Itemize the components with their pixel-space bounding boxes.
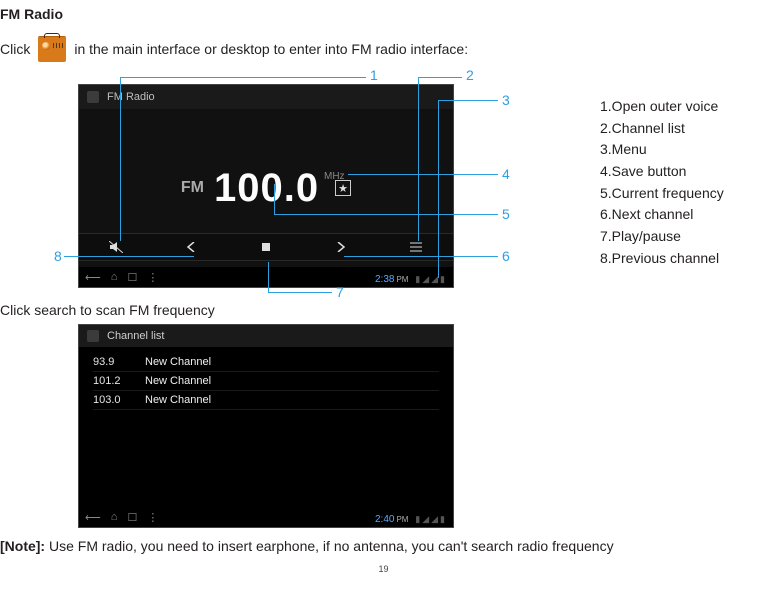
channel-list-screenshot: Channel list 93.9 New Channel 101.2 New … — [78, 324, 454, 528]
callout-line — [348, 174, 498, 175]
callout-number-4: 4 — [502, 166, 510, 182]
callout-line — [120, 77, 366, 78]
callout-line — [344, 256, 498, 257]
callout-number-3: 3 — [502, 92, 510, 108]
nav-icons: ⟵ ⌂ ☐ ⋮ — [85, 511, 158, 524]
fm-radio-screenshot-annotated: FM Radio FM 100.0 MHz ★ ⟵ ⌂ ☐ ⋮ — [78, 68, 550, 298]
back-icon: ⟵ — [85, 511, 101, 524]
channel-freq: 93.9 — [93, 356, 127, 368]
menu-icon: ⋮ — [147, 271, 158, 284]
channel-list-item[interactable]: 103.0 New Channel — [93, 391, 439, 410]
legend-item: 2.Channel list — [600, 118, 724, 140]
callout-number-7: 7 — [336, 284, 344, 300]
legend-item: 5.Current frequency — [600, 183, 724, 205]
legend-item: 7.Play/pause — [600, 226, 724, 248]
speaker-toggle-button[interactable] — [93, 236, 139, 258]
note-label: [Note]: — [0, 538, 45, 554]
channel-list-titlebar: Channel list — [79, 325, 453, 347]
callout-number-2: 2 — [466, 67, 474, 83]
app-icon — [87, 91, 99, 103]
status-time: 2:38PM — [375, 274, 411, 285]
channel-freq: 101.2 — [93, 375, 127, 387]
callout-number-6: 6 — [502, 248, 510, 264]
legend-item: 1.Open outer voice — [600, 96, 724, 118]
legend-item: 3.Menu — [600, 139, 724, 161]
channel-list-item[interactable]: 93.9 New Channel — [93, 353, 439, 372]
intro-post: in the main interface or desktop to ente… — [74, 41, 468, 57]
scan-instruction: Click search to scan FM frequency — [0, 302, 767, 318]
callout-line — [120, 77, 121, 241]
legend-item: 8.Previous channel — [600, 248, 724, 270]
app-title: FM Radio — [107, 91, 155, 103]
callout-number-8: 8 — [54, 248, 62, 264]
current-frequency: 100.0 — [214, 166, 319, 211]
legend-item: 6.Next channel — [600, 204, 724, 226]
back-icon: ⟵ — [85, 271, 101, 284]
callout-line — [274, 184, 275, 214]
menu-icon: ⋮ — [147, 511, 158, 524]
app-icon — [87, 330, 99, 342]
fm-label: FM — [181, 179, 204, 197]
callout-legend: 1.Open outer voice 2.Channel list 3.Menu… — [600, 96, 724, 270]
status-ampm: PM — [396, 275, 408, 284]
callout-line — [418, 77, 419, 241]
nav-icons: ⟵ ⌂ ☐ ⋮ — [85, 271, 158, 284]
fm-radio-app-icon — [38, 36, 66, 62]
page-title: FM Radio — [0, 6, 767, 22]
status-time-value: 2:38 — [375, 274, 394, 285]
mhz-label: MHz — [324, 171, 345, 182]
note-text: Use FM radio, you need to insert earphon… — [45, 538, 613, 554]
callout-line — [438, 100, 498, 101]
channel-name: New Channel — [145, 375, 211, 387]
status-icons: ▮◢◢▮ — [415, 514, 447, 524]
note: [Note]: Use FM radio, you need to insert… — [0, 538, 767, 554]
legend-item: 4.Save button — [600, 161, 724, 183]
channel-name: New Channel — [145, 394, 211, 406]
status-icons: ▮◢◢▮ — [415, 274, 447, 284]
callout-line — [268, 262, 269, 292]
status-ampm: PM — [396, 515, 408, 524]
system-statusbar: ⟵ ⌂ ☐ ⋮ 2:38PM ▮◢◢▮ — [79, 267, 453, 287]
prev-channel-button[interactable] — [168, 236, 214, 258]
callout-number-5: 5 — [502, 206, 510, 222]
fm-radio-screenshot: FM Radio FM 100.0 MHz ★ ⟵ ⌂ ☐ ⋮ — [78, 84, 454, 288]
callout-line — [64, 256, 194, 257]
channel-name: New Channel — [145, 356, 211, 368]
star-icon: ★ — [338, 182, 348, 195]
channel-list-title: Channel list — [107, 330, 164, 342]
intro-pre: Click — [0, 41, 30, 57]
channel-list-button[interactable] — [393, 236, 439, 258]
app-titlebar: FM Radio — [79, 85, 453, 109]
callout-line — [418, 77, 462, 78]
callout-line — [274, 214, 498, 215]
channel-freq: 103.0 — [93, 394, 127, 406]
recents-icon: ☐ — [127, 271, 137, 284]
home-icon: ⌂ — [111, 511, 118, 524]
next-channel-button[interactable] — [318, 236, 364, 258]
channel-list-item[interactable]: 101.2 New Channel — [93, 372, 439, 391]
recents-icon: ☐ — [127, 511, 137, 524]
page-number: 19 — [0, 564, 767, 574]
channel-list: 93.9 New Channel 101.2 New Channel 103.0… — [79, 347, 453, 416]
status-time-value: 2:40 — [375, 514, 394, 525]
intro-line: Click in the main interface or desktop t… — [0, 36, 767, 62]
status-time: 2:40PM — [375, 514, 411, 525]
play-pause-button[interactable] — [243, 236, 289, 258]
save-button[interactable]: ★ — [335, 180, 351, 196]
callout-line — [438, 100, 439, 278]
callout-line — [268, 292, 332, 293]
home-icon: ⌂ — [111, 271, 118, 284]
callout-number-1: 1 — [370, 67, 378, 83]
system-statusbar: ⟵ ⌂ ☐ ⋮ 2:40PM ▮◢◢▮ — [79, 507, 453, 527]
